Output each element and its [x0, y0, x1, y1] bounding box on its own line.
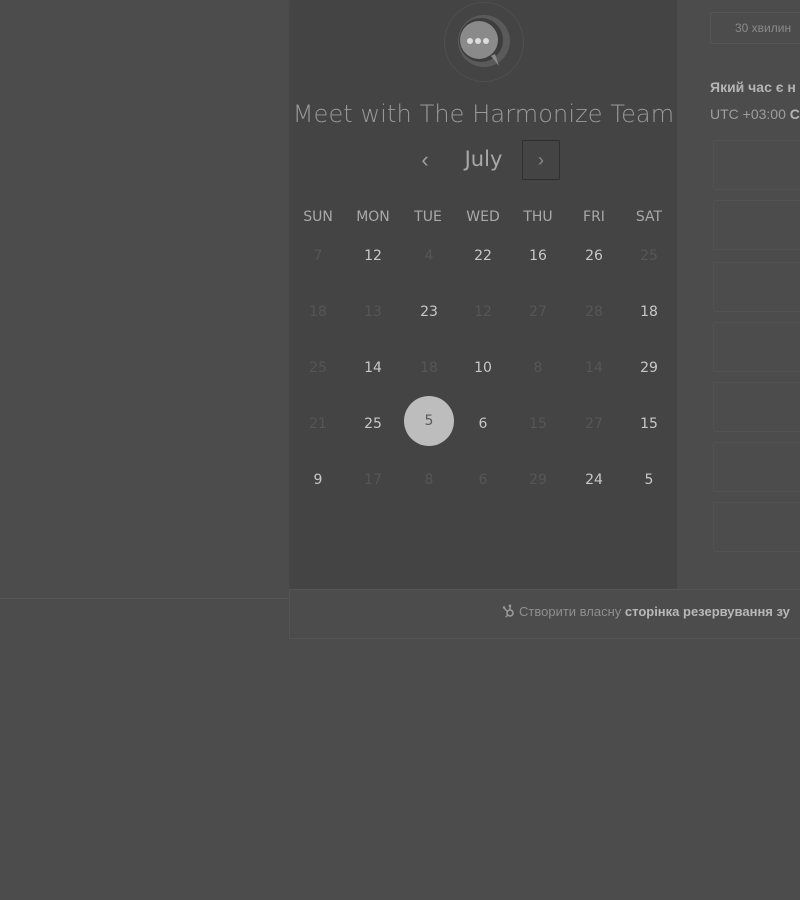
calendar-day[interactable]: 6: [459, 400, 507, 448]
calendar-day: 8: [424, 472, 434, 488]
calendar-day: 21: [309, 416, 327, 432]
calendar-day[interactable]: 25: [349, 400, 397, 448]
calendar-day[interactable]: 14: [349, 344, 397, 392]
calendar-day[interactable]: 22: [459, 232, 507, 280]
weekday-label: THU: [523, 209, 553, 225]
calendar-day[interactable]: 23: [405, 288, 453, 336]
chat-bubble-logo-icon: [458, 15, 510, 67]
timezone-name: С: [789, 106, 800, 122]
calendar-grid: 7 12 4 22 16 26 25 18 13 23 12 27 28 18 25 14 18 10 8 14 29 2…: [290, 228, 677, 508]
footer: Створити власну сторінка резервування зу: [289, 589, 800, 639]
calendar-day: 25: [640, 248, 658, 264]
weekday-label: MON: [356, 209, 390, 225]
prev-month-button[interactable]: ‹: [411, 146, 439, 174]
calendar-day[interactable]: 26: [570, 232, 618, 280]
calendar-day: 25: [309, 360, 327, 376]
weekday-label: TUE: [414, 209, 442, 225]
calendar-day[interactable]: 29: [625, 344, 673, 392]
weekday-label: SAT: [635, 209, 663, 225]
calendar-day[interactable]: 24: [570, 456, 618, 504]
calendar-day: 6: [478, 472, 488, 488]
time-slot-button[interactable]: [713, 262, 800, 312]
calendar-day: 7: [313, 248, 323, 264]
calendar-day: 27: [529, 304, 547, 320]
footer-text: Створити власну сторінка резервування зу: [502, 604, 790, 619]
time-slot-button[interactable]: [713, 140, 800, 190]
calendar-day[interactable]: 18: [625, 288, 673, 336]
calendar-day: 14: [585, 360, 603, 376]
timezone-selector[interactable]: UTC +03:00 С: [710, 106, 800, 122]
page-title: Meet with The Harmonize Team: [292, 100, 675, 128]
calendar-day[interactable]: 9: [294, 456, 342, 504]
next-month-button[interactable]: ›: [522, 140, 560, 180]
hubspot-sprocket-icon: [502, 604, 514, 618]
calendar-day-selected[interactable]: 5: [404, 396, 454, 446]
time-panel: 30 хвилин Який час є н UTC +03:00 С: [677, 0, 800, 588]
duration-tab[interactable]: 30 хвилин: [710, 12, 800, 44]
calendar-day: 12: [474, 304, 492, 320]
time-slot-button[interactable]: [713, 382, 800, 432]
calendar-day: 27: [585, 416, 603, 432]
month-label: July: [464, 147, 503, 171]
calendar-day[interactable]: 12: [349, 232, 397, 280]
weekday-label: WED: [466, 209, 500, 225]
weekday-label: SUN: [303, 209, 333, 225]
time-slot-button[interactable]: [713, 200, 800, 250]
calendar-day: 13: [364, 304, 382, 320]
footer-link[interactable]: сторінка резервування зу: [625, 604, 790, 619]
calendar-day: 28: [585, 304, 603, 320]
time-slot-button[interactable]: [713, 442, 800, 492]
calendar-day: 4: [424, 248, 434, 264]
weekday-label: FRI: [583, 209, 605, 225]
time-question: Який час є н: [710, 79, 796, 95]
calendar-day: 15: [529, 416, 547, 432]
calendar-day[interactable]: 15: [625, 400, 673, 448]
time-slot-button[interactable]: [713, 502, 800, 552]
timezone-offset: UTC +03:00: [710, 106, 786, 122]
footer-prefix: Створити власну: [519, 604, 622, 619]
calendar-day[interactable]: 5: [625, 456, 673, 504]
calendar-day[interactable]: 10: [459, 344, 507, 392]
calendar-day: 17: [364, 472, 382, 488]
calendar-day: 18: [309, 304, 327, 320]
weekday-header: SUN MON TUE WED THU FRI SAT: [290, 209, 677, 229]
calendar-day: 29: [529, 472, 547, 488]
page-divider: [0, 598, 290, 599]
calendar-day: 8: [533, 360, 543, 376]
calendar-day: 18: [420, 360, 438, 376]
time-slot-button[interactable]: [713, 322, 800, 372]
calendar-day[interactable]: 16: [514, 232, 562, 280]
booking-panel: Meet with The Harmonize Team ‹ July › SU…: [290, 0, 677, 588]
